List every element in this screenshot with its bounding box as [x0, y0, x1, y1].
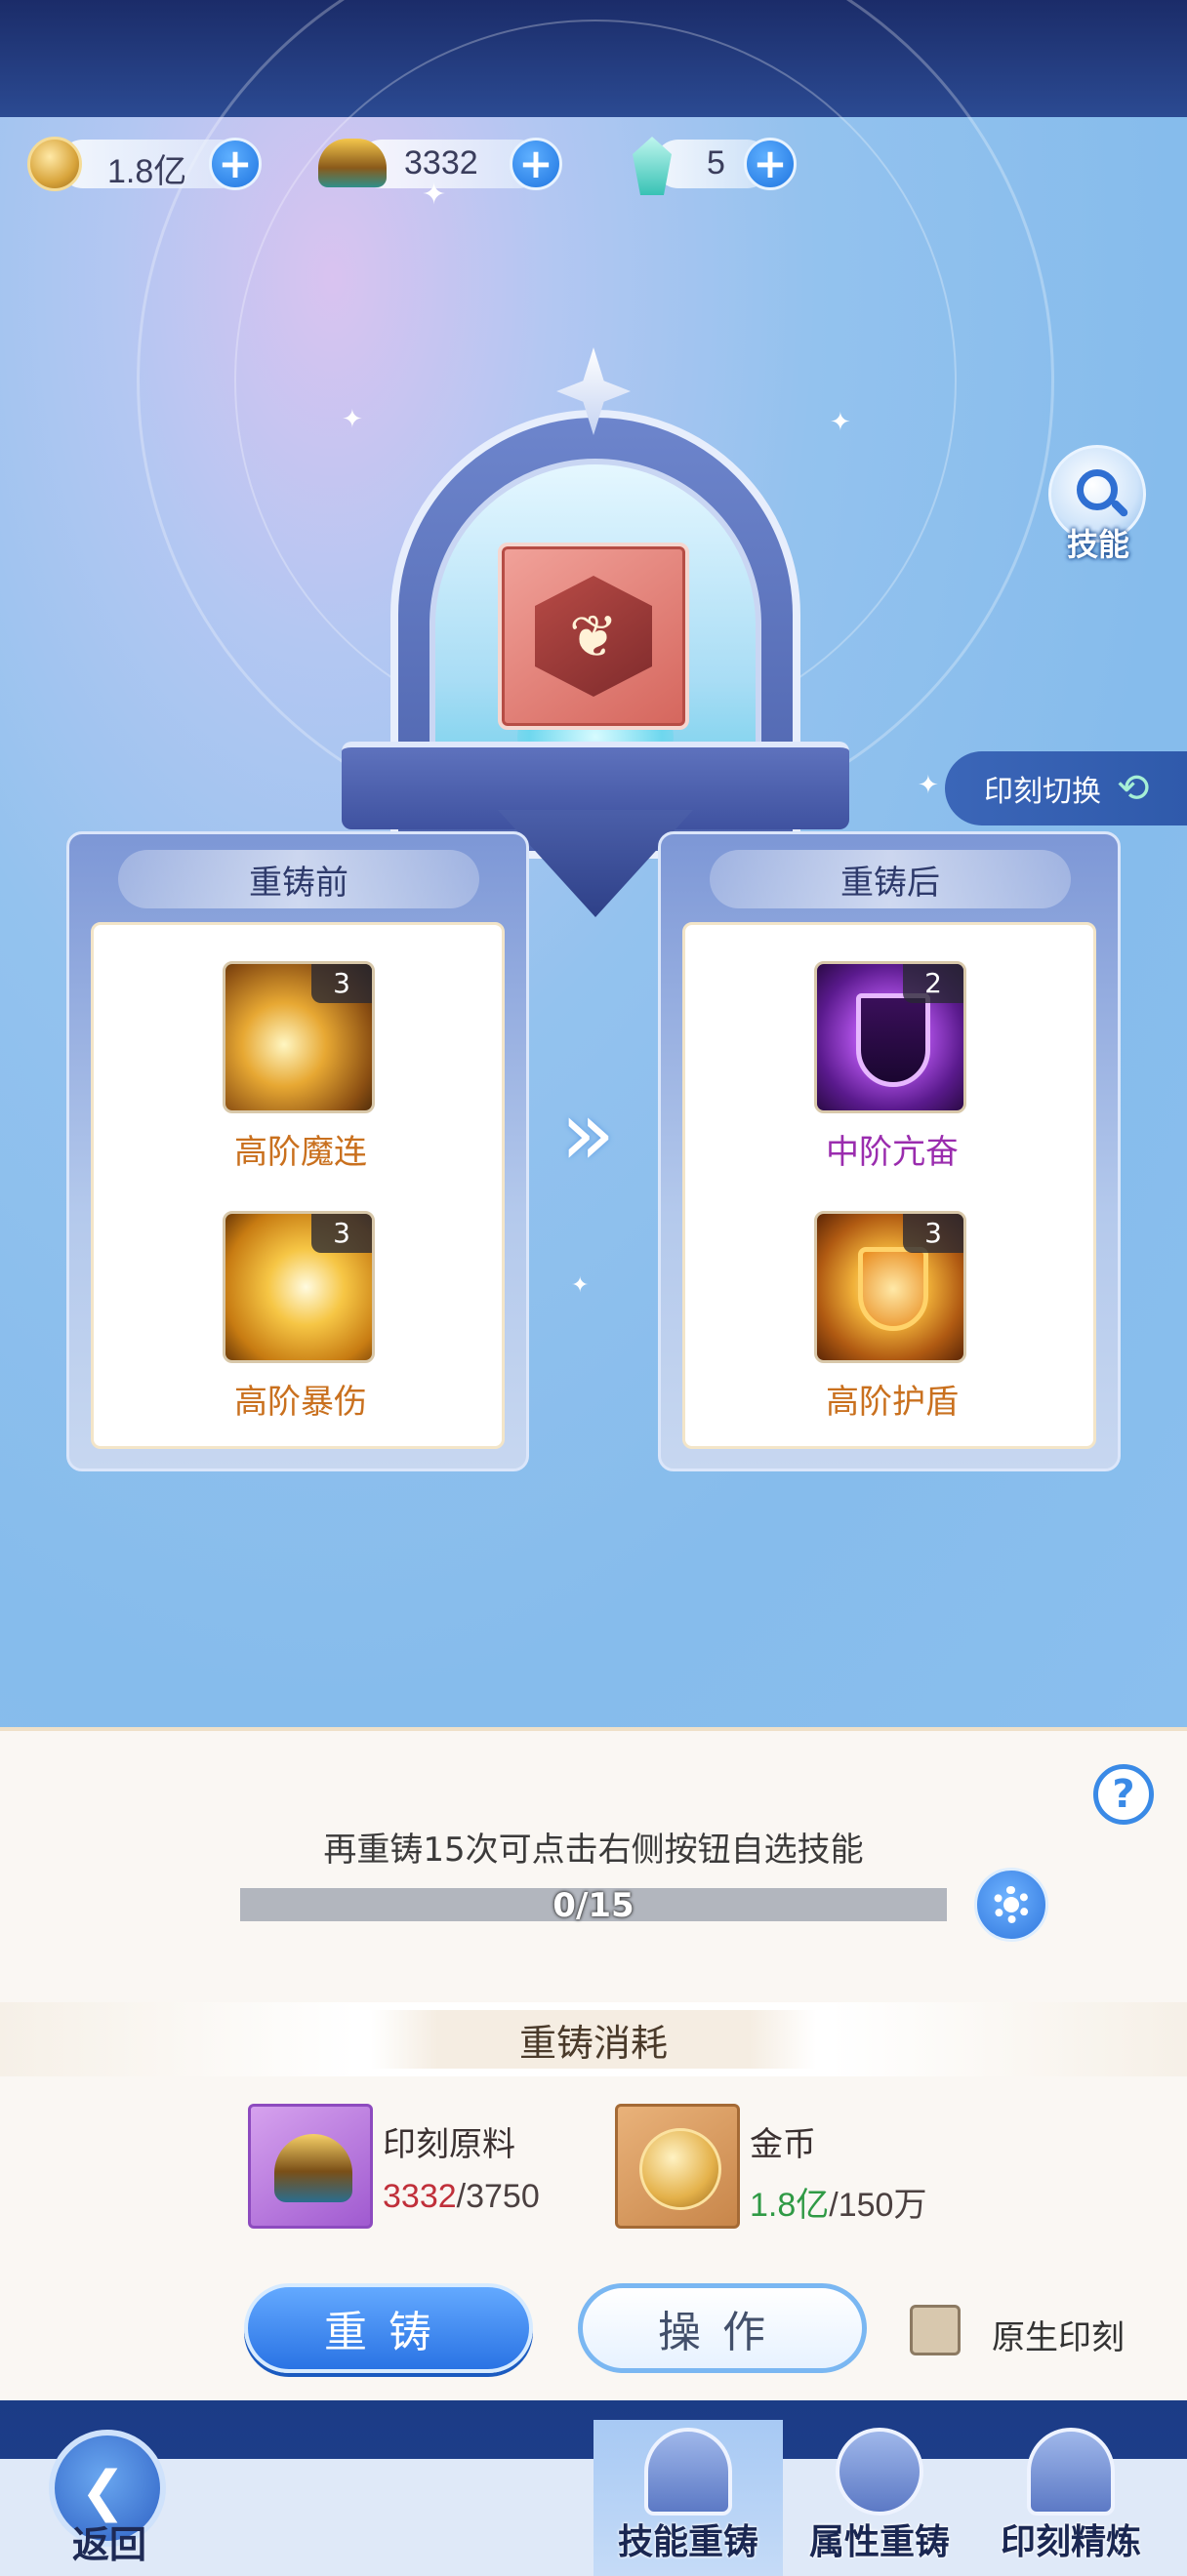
help-button[interactable]: ?: [1093, 1764, 1154, 1825]
wings-icon: ❦: [568, 603, 619, 671]
after-panel: 重铸后 2 中阶亢奋 3 高阶护盾: [658, 831, 1121, 1471]
reforge-hint: 再重铸15次可点击右侧按钮自选技能: [323, 1831, 864, 1870]
after-skill-1-name: 中阶亢奋: [826, 1133, 959, 1172]
imprint-refine-tab-icon: [1027, 2428, 1115, 2516]
back-label: 返回: [72, 2523, 147, 2566]
reforge-button[interactable]: 重铸: [244, 2283, 533, 2373]
attribute-reforge-tab-icon: [836, 2428, 923, 2516]
sparkle-icon: ✦: [422, 178, 447, 212]
before-title: 重铸前: [118, 850, 479, 908]
tab-imprint-refine[interactable]: 印刻精炼: [976, 2420, 1166, 2576]
refresh-icon: ⟲: [1117, 766, 1150, 811]
sparkle-icon: ✦: [918, 771, 939, 800]
tab-attribute-reforge[interactable]: 属性重铸: [785, 2420, 974, 2576]
gold-cost-amount: 1.8亿/150万: [750, 2178, 926, 2226]
operate-button[interactable]: 操作: [578, 2283, 867, 2373]
shield-icon: [856, 993, 930, 1087]
imprint-material-cost-amount: 3332/3750: [383, 2178, 540, 2216]
imprint-material-cost-name: 印刻原料: [383, 2125, 515, 2164]
cost-title: 重铸消耗: [371, 2010, 816, 2069]
before-skill-1-name: 高阶魔连: [234, 1133, 367, 1172]
sparkle-icon: ✦: [342, 405, 363, 434]
gold-have: 1.8亿: [750, 2187, 830, 2224]
gold-cost-icon[interactable]: [615, 2104, 740, 2229]
currency-crystal: 5 +: [625, 137, 800, 195]
skill-reforge-tab-icon: [644, 2428, 732, 2516]
crystal-amount: 5: [707, 144, 725, 181]
gold-coin-icon: [27, 137, 82, 191]
before-panel: 重铸前 3 高阶魔连 3 高阶暴伤: [66, 831, 529, 1471]
before-skill-1-icon[interactable]: 3: [223, 961, 375, 1113]
before-skill-2-icon[interactable]: 3: [223, 1211, 375, 1363]
native-imprint-label: 原生印刻: [992, 2318, 1125, 2357]
imprint-material-icon: [318, 139, 387, 187]
skill-level-badge: 3: [903, 1214, 963, 1253]
after-title: 重铸后: [710, 850, 1071, 908]
transform-arrow-icon: »: [560, 1081, 616, 1186]
tab-imprint-refine-label: 印刻精炼: [1000, 2522, 1141, 2562]
reforge-progress-bar: 0/15: [240, 1886, 947, 1925]
imprint-material-cost-icon[interactable]: [248, 2104, 373, 2229]
gold-need: /150万: [829, 2187, 927, 2224]
skill-level-badge: 3: [311, 964, 372, 1003]
add-material-button[interactable]: +: [510, 138, 562, 190]
material-need: /3750: [456, 2178, 540, 2215]
gold-cost-name: 金币: [750, 2125, 816, 2164]
tab-attribute-reforge-label: 属性重铸: [808, 2522, 950, 2562]
currency-gold: 1.8亿 +: [23, 137, 267, 191]
shield-heart-icon: [858, 1247, 928, 1331]
tab-skill-reforge-label: 技能重铸: [617, 2522, 758, 2562]
add-crystal-button[interactable]: +: [744, 138, 797, 190]
skill-level-badge: 2: [903, 964, 963, 1003]
material-have: 3332: [383, 2178, 457, 2215]
skill-level-badge: 3: [311, 1214, 372, 1253]
after-skill-2-name: 高阶护盾: [826, 1383, 959, 1422]
skill-button-label: 技能: [1066, 526, 1129, 563]
after-skill-1-icon[interactable]: 2: [814, 961, 966, 1113]
after-skill-2-icon[interactable]: 3: [814, 1211, 966, 1363]
add-gold-button[interactable]: +: [209, 138, 262, 190]
gold-amount: 1.8亿: [107, 153, 187, 190]
back-arrow-icon: ❮: [80, 2460, 126, 2523]
sparkle-icon: ✦: [830, 408, 851, 437]
native-imprint-checkbox[interactable]: [910, 2305, 961, 2355]
imprint-switch-button[interactable]: 印刻切换 ⟲: [945, 751, 1187, 825]
progress-text: 0/15: [553, 1886, 634, 1925]
tab-skill-reforge[interactable]: 技能重铸: [594, 2420, 783, 2576]
sparkle-icon: ✦: [571, 1273, 590, 1298]
imprint-switch-label: 印刻切换: [984, 775, 1101, 809]
before-skill-2-name: 高阶暴伤: [234, 1383, 367, 1422]
select-skill-button[interactable]: [974, 1868, 1048, 1942]
